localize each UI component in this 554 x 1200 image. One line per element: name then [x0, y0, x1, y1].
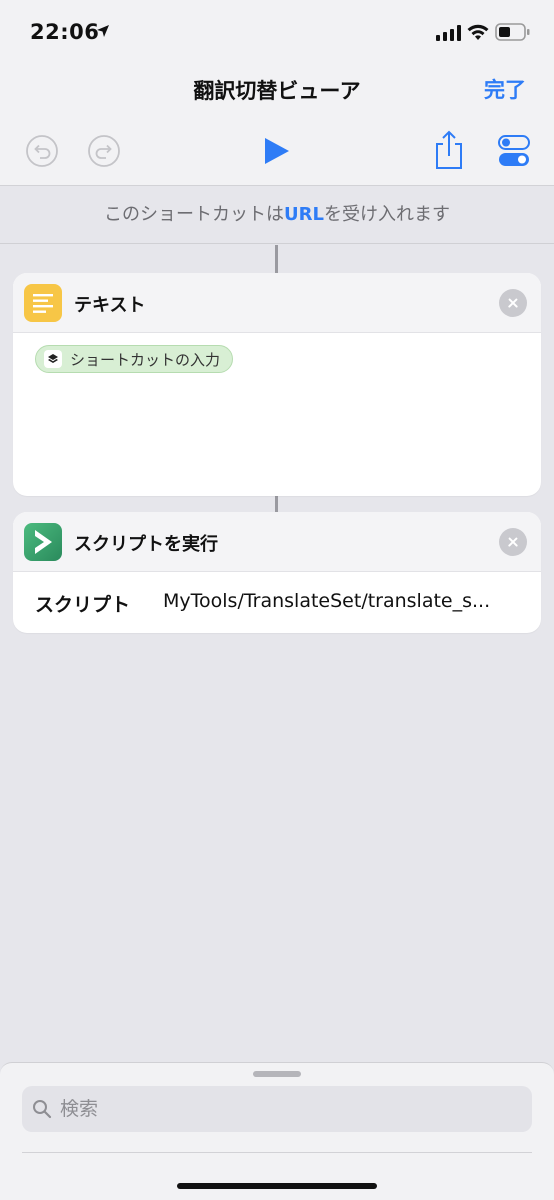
status-time: 22:06	[30, 20, 100, 44]
redo-icon	[88, 135, 120, 167]
script-parameter-row[interactable]: スクリプト MyTools/TranslateSet/translate_s..…	[13, 572, 541, 633]
location-arrow-icon	[97, 25, 109, 37]
action-title: テキスト	[74, 295, 146, 316]
settings-button[interactable]	[496, 133, 532, 169]
text-lines-icon	[33, 294, 53, 313]
play-icon	[265, 138, 289, 164]
variable-token[interactable]: ショートカットの入力	[35, 345, 234, 373]
action-card-run-script[interactable]: スクリプトを実行 スクリプト MyTools/TranslateSet/tran…	[13, 512, 541, 633]
shortcuts-layers-icon	[44, 350, 62, 368]
accepts-type-link[interactable]: URL	[284, 204, 324, 225]
search-field[interactable]	[22, 1086, 532, 1132]
remove-action-button[interactable]	[499, 289, 527, 317]
accepts-suffix: を受け入れます	[323, 204, 450, 225]
parameter-label: スクリプト	[35, 594, 131, 616]
action-header: テキスト	[13, 273, 541, 333]
done-button[interactable]: 完了	[484, 74, 526, 104]
page-title: 翻訳切替ビューア	[193, 79, 361, 103]
status-bar: 22:06	[0, 0, 554, 62]
action-card-text[interactable]: テキスト ショートカットの入力	[13, 273, 541, 496]
home-indicator	[177, 1183, 377, 1189]
run-script-action-icon	[24, 523, 62, 561]
wifi-icon	[467, 24, 489, 40]
undo-icon	[26, 135, 58, 167]
divider	[22, 1152, 532, 1153]
share-icon	[436, 130, 462, 169]
sheet-grabber[interactable]	[253, 1071, 301, 1077]
text-action-icon	[24, 284, 62, 322]
battery-icon	[495, 23, 530, 41]
action-search-sheet	[0, 1062, 554, 1200]
undo-button[interactable]	[24, 133, 60, 169]
chevron-right-icon	[35, 530, 52, 554]
share-button[interactable]	[431, 130, 467, 169]
search-input[interactable]	[60, 1086, 520, 1132]
remove-action-button[interactable]	[499, 528, 527, 556]
action-header: スクリプトを実行	[13, 512, 541, 572]
text-body[interactable]: ショートカットの入力	[13, 333, 541, 496]
search-icon	[33, 1100, 52, 1119]
connector-line	[275, 245, 278, 273]
accepts-prefix: このショートカットは	[104, 204, 285, 225]
input-type-banner: このショートカットはURLを受け入れます	[0, 186, 554, 244]
connector-line	[275, 496, 278, 512]
run-button[interactable]	[258, 133, 294, 169]
redo-button[interactable]	[86, 133, 122, 169]
script-path-value[interactable]: MyTools/TranslateSet/translate_s...	[163, 590, 523, 612]
navigation-bar: 翻訳切替ビューア 完了	[0, 62, 554, 186]
toggle-settings-icon	[498, 135, 530, 166]
action-title: スクリプトを実行	[74, 534, 218, 555]
variable-token-label: ショートカットの入力	[70, 350, 221, 369]
cellular-signal-icon	[436, 25, 461, 41]
